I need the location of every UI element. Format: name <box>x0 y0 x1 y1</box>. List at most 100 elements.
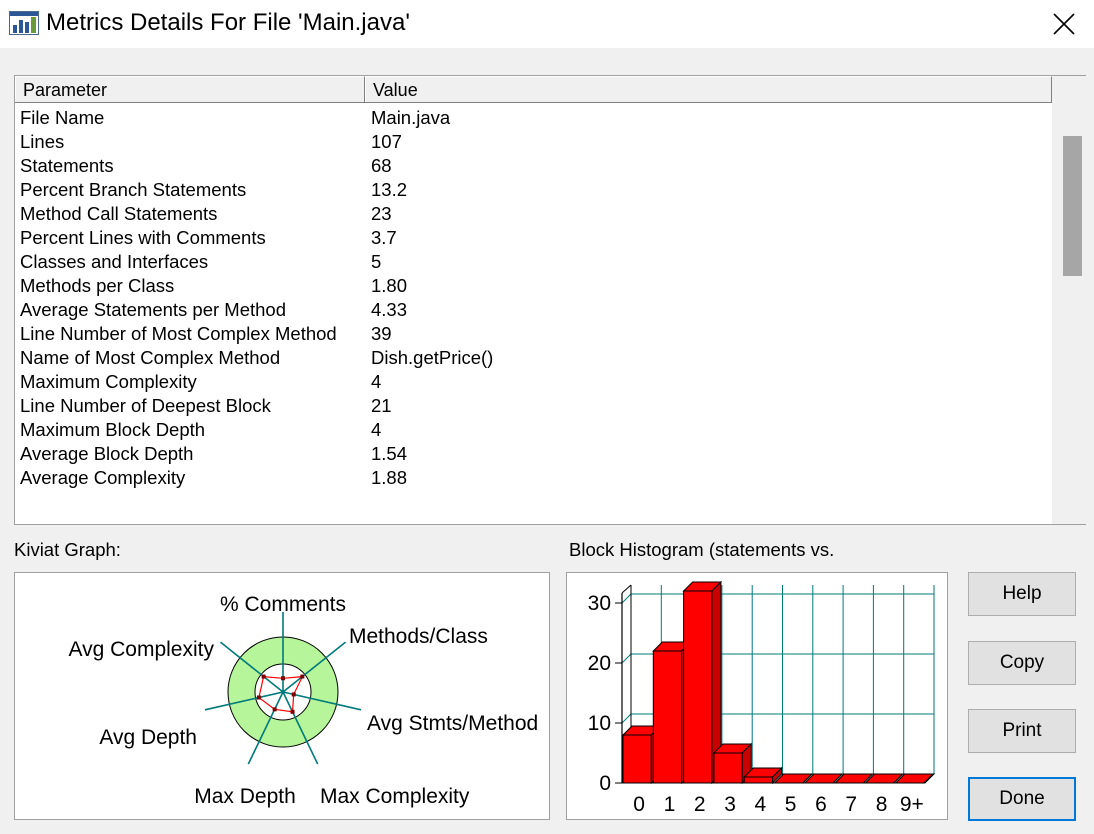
block-histogram-label: Block Histogram (statements vs. <box>569 539 835 560</box>
table-row[interactable]: Average Statements per Method 4.33 <box>15 298 1052 322</box>
kiviat-point <box>256 695 261 700</box>
table-row[interactable]: Lines 107 <box>15 130 1052 154</box>
row-value: 4.33 <box>371 299 408 320</box>
row-parameter: Lines <box>20 131 65 152</box>
row-parameter: Percent Branch Statements <box>20 179 247 200</box>
kiviat-point <box>272 707 277 712</box>
row-parameter: Percent Lines with Comments <box>20 227 266 248</box>
close-icon <box>1053 13 1075 35</box>
window-title: Metrics Details For File 'Main.java' <box>46 9 410 36</box>
row-value: 21 <box>371 395 392 416</box>
hist-x-tick-label: 9+ <box>900 793 924 816</box>
vertical-scrollbar[interactable] <box>1052 76 1086 524</box>
table-row[interactable]: Line Number of Most Complex Method 39 <box>15 322 1052 346</box>
kiviat-point <box>300 674 305 679</box>
row-parameter: Line Number of Deepest Block <box>20 395 271 416</box>
scrollbar-thumb[interactable] <box>1063 136 1082 276</box>
row-value: Dish.getPrice() <box>371 347 494 368</box>
row-parameter: Name of Most Complex Method <box>20 347 281 368</box>
table-row[interactable]: Statements 68 <box>15 154 1052 178</box>
row-value: 68 <box>371 155 392 176</box>
table-row[interactable]: Average Complexity 1.88 <box>15 466 1052 490</box>
kiviat-axis-label: Methods/Class <box>349 625 488 648</box>
hist-y-tick-label: 30 <box>588 592 611 615</box>
kiviat-axis-label: Max Depth <box>194 785 296 808</box>
table-header: Parameter Value <box>15 76 1052 103</box>
row-parameter: Statements <box>20 155 114 176</box>
table-row[interactable]: Method Call Statements 23 <box>15 202 1052 226</box>
row-value: 39 <box>371 323 392 344</box>
hist-grid-diagonal <box>621 713 632 724</box>
row-parameter: File Name <box>20 107 105 128</box>
row-parameter: Average Block Depth <box>20 443 194 464</box>
kiviat-axis-label: % Comments <box>220 593 346 616</box>
hist-grid-diagonal <box>621 653 632 664</box>
kiviat-point <box>291 692 296 697</box>
metrics-table[interactable]: Parameter Value File Name Main.java Lines 1… <box>14 75 1086 525</box>
title-bar: Metrics Details For File 'Main.java' <box>0 0 1094 48</box>
row-value: 1.88 <box>371 467 408 488</box>
row-value: 4 <box>371 371 382 392</box>
row-value: Main.java <box>371 107 451 128</box>
kiviat-point <box>290 709 295 714</box>
row-parameter: Maximum Block Depth <box>20 419 206 440</box>
kiviat-axis-label: Max Complexity <box>320 785 470 808</box>
done-button[interactable]: Done <box>968 777 1076 821</box>
kiviat-graph-label: Kiviat Graph: <box>14 539 121 560</box>
help-button[interactable]: Help <box>968 572 1076 616</box>
row-value: 1.54 <box>371 443 408 464</box>
table-row[interactable]: Line Number of Deepest Block 21 <box>15 394 1052 418</box>
hist-y-tick-label: 10 <box>588 712 611 735</box>
kiviat-point <box>261 674 266 679</box>
table-row[interactable]: Percent Lines with Comments 3.7 <box>15 226 1052 250</box>
table-row[interactable]: Average Block Depth 1.54 <box>15 442 1052 466</box>
hist-x-tick-label: 5 <box>785 793 797 816</box>
kiviat-axis-label: Avg Complexity <box>68 638 214 661</box>
table-rows: File Name Main.java Lines 107 Statements 68 Pe… <box>15 106 1052 490</box>
hist-x-tick-label: 6 <box>815 793 827 816</box>
table-row[interactable]: Classes and Interfaces 5 <box>15 250 1052 274</box>
hist-x-tick-label: 0 <box>633 793 645 816</box>
table-row[interactable]: Maximum Block Depth 4 <box>15 418 1052 442</box>
row-value: 107 <box>371 131 402 152</box>
row-parameter: Line Number of Most Complex Method <box>20 323 337 344</box>
table-row[interactable]: File Name Main.java <box>15 106 1052 130</box>
kiviat-graph-canvas: % CommentsMethods/Class Avg Stmts/Method M… <box>68 593 538 808</box>
kiviat-point <box>281 676 285 681</box>
table-row[interactable]: Maximum Complexity 4 <box>15 370 1052 394</box>
hist-x-tick-label: 2 <box>694 793 706 816</box>
row-parameter: Average Complexity <box>20 467 186 488</box>
hist-y-tick-label: 20 <box>588 652 611 675</box>
copy-button[interactable]: Copy <box>968 641 1076 685</box>
hist-y-axis-top <box>621 584 632 594</box>
hist-x-tick-label: 3 <box>724 793 736 816</box>
print-button[interactable]: Print <box>968 709 1076 753</box>
hist-x-tick-label: 4 <box>755 793 767 816</box>
column-header-value[interactable]: Value <box>365 76 1052 102</box>
row-value: 1.80 <box>371 275 408 296</box>
row-value: 4 <box>371 419 382 440</box>
hist-y-tick-label: 0 <box>599 772 611 795</box>
kiviat-axis-label: Avg Stmts/Method <box>367 712 538 735</box>
row-parameter: Method Call Statements <box>20 203 218 224</box>
table-row[interactable]: Methods per Class 1.80 <box>15 274 1052 298</box>
row-value: 5 <box>371 251 382 272</box>
row-parameter: Classes and Interfaces <box>20 251 209 272</box>
row-parameter: Maximum Complexity <box>20 371 197 392</box>
column-header-parameter[interactable]: Parameter <box>15 76 365 102</box>
row-value: 3.7 <box>371 227 397 248</box>
close-button[interactable] <box>1044 6 1084 42</box>
block-histogram: 0 10 20 30 0 1 2 3 4 5 6 7 8 9+ <box>566 572 948 820</box>
table-row[interactable]: Percent Branch Statements 13.2 <box>15 178 1052 202</box>
hist-x-tick-label: 7 <box>845 793 857 816</box>
table-row[interactable]: Name of Most Complex Method Dish.getPrice… <box>15 346 1052 370</box>
block-histogram-canvas: 01020300 1 2 3 4 5 6 7 8 9+ <box>588 580 936 816</box>
row-value: 13.2 <box>371 179 408 200</box>
hist-x-tick-label: 1 <box>664 793 676 816</box>
kiviat-graph: % Comments Methods/Class Avg Stmts/Method M… <box>14 572 550 820</box>
app-icon <box>9 11 39 35</box>
row-parameter: Average Statements per Method <box>20 299 287 320</box>
row-parameter: Methods per Class <box>20 275 175 296</box>
row-value: 23 <box>371 203 392 224</box>
kiviat-axis-label: Avg Depth <box>99 726 197 749</box>
